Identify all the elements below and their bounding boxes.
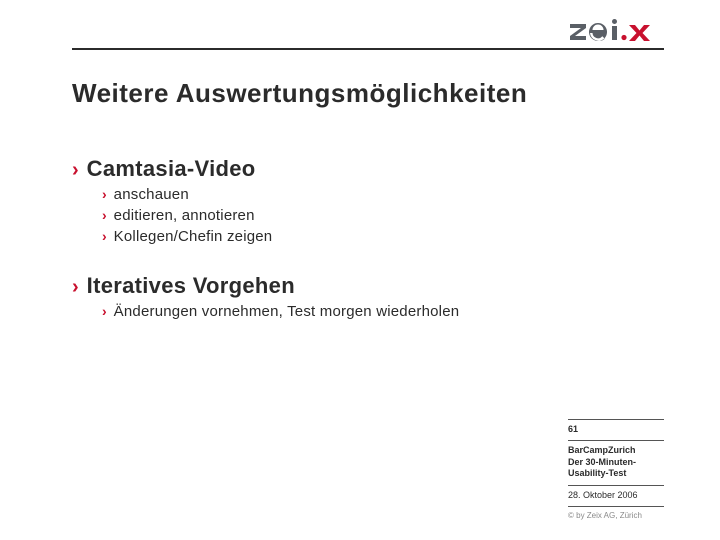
section-heading-text: Camtasia-Video — [87, 156, 256, 182]
list-item: › anschauen — [102, 186, 648, 203]
chevron-icon: › — [102, 229, 107, 243]
footer-event-section: BarCampZurich Der 30-Minuten- Usability-… — [568, 440, 664, 485]
logo-zeix-svg — [568, 19, 664, 45]
section-heading: › Iteratives Vorgehen — [72, 273, 648, 299]
event-line: BarCampZurich — [568, 445, 664, 456]
list-item: › Änderungen vornehmen, Test morgen wied… — [102, 303, 648, 320]
footer: 61 BarCampZurich Der 30-Minuten- Usabili… — [568, 419, 664, 520]
chevron-icon: › — [72, 277, 79, 297]
footer-page-section: 61 — [568, 419, 664, 440]
footer-date: 28. Oktober 2006 — [568, 490, 664, 500]
content-area: › Camtasia-Video › anschauen › editieren… — [72, 150, 648, 322]
chevron-icon: › — [102, 304, 107, 318]
list-item: › editieren, annotieren — [102, 207, 648, 224]
event-line: Usability-Test — [568, 468, 664, 479]
header-rule — [72, 48, 664, 50]
logo-zeix — [568, 20, 664, 44]
chevron-icon: › — [102, 187, 107, 201]
list-item-text: editieren, annotieren — [114, 207, 255, 224]
list-item-text: Kollegen/Chefin zeigen — [114, 228, 273, 245]
event-line: Der 30-Minuten- — [568, 457, 664, 468]
section-heading-text: Iteratives Vorgehen — [87, 273, 295, 299]
list-item: › Kollegen/Chefin zeigen — [102, 228, 648, 245]
page-number: 61 — [568, 424, 664, 434]
chevron-icon: › — [102, 208, 107, 222]
section-heading: › Camtasia-Video — [72, 156, 648, 182]
slide: Weitere Auswertungsmöglichkeiten › Camta… — [0, 0, 720, 540]
list-item-text: Änderungen vornehmen, Test morgen wieder… — [114, 303, 460, 320]
slide-title: Weitere Auswertungsmöglichkeiten — [72, 78, 527, 109]
list-item-text: anschauen — [114, 186, 189, 203]
footer-copyright: © by Zeix AG, Zürich — [568, 506, 664, 520]
footer-date-section: 28. Oktober 2006 — [568, 485, 664, 506]
chevron-icon: › — [72, 160, 79, 180]
